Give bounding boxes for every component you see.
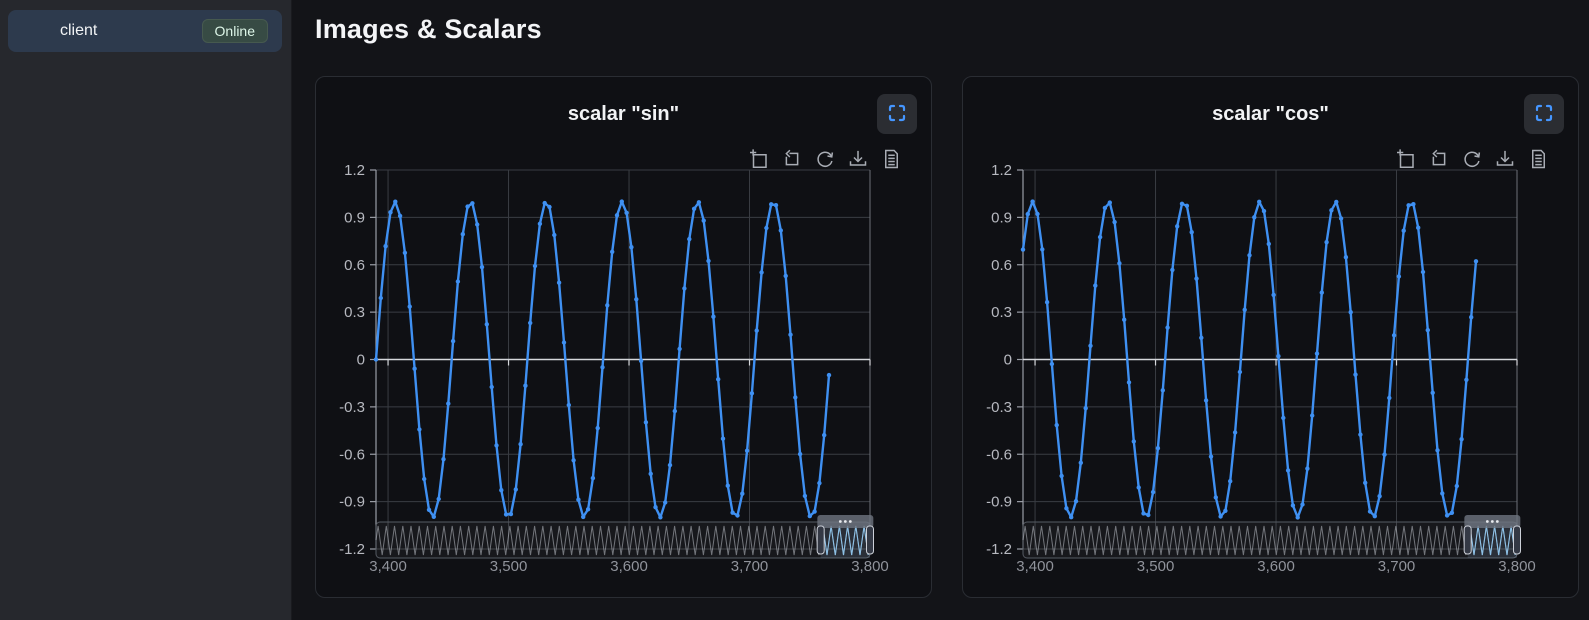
save-image-icon[interactable]: [848, 149, 868, 169]
sidebar: client Online: [0, 0, 292, 620]
datazoom-handle-left[interactable]: [1464, 526, 1471, 554]
y-tick-label: -1.2: [339, 541, 365, 558]
chart-toolbar: [1396, 149, 1548, 169]
restore-icon[interactable]: [815, 149, 835, 169]
x-tick-label: 3,700: [1378, 558, 1416, 575]
y-tick-label: -0.9: [339, 494, 365, 511]
area-zoom-icon[interactable]: [749, 149, 769, 169]
fullscreen-button[interactable]: [877, 94, 917, 134]
datazoom-handle-right[interactable]: [867, 526, 874, 554]
x-tick-label: 3,700: [731, 558, 769, 575]
y-tick-label: 0.9: [991, 209, 1012, 226]
area-zoom-icon[interactable]: [1396, 149, 1416, 169]
zoom-reset-icon[interactable]: [1429, 149, 1449, 169]
chart-card-sin: 1.2 0.9 0.6 0.3 0 -0.3 -0.6 -0.9 -1.23,400 3,500 3…: [315, 76, 932, 598]
fullscreen-icon: [887, 103, 907, 126]
datazoom-handle-right[interactable]: [1514, 526, 1521, 554]
chart-toolbar: [749, 149, 901, 169]
x-tick-label: 3,800: [851, 558, 889, 575]
y-tick-label: 1.2: [991, 162, 1012, 179]
chart-card-cos: 1.2 0.9 0.6 0.3 0 -0.3 -0.6 -0.9 -1.23,400 3,500 3…: [962, 76, 1579, 598]
zoom-reset-icon[interactable]: [782, 149, 802, 169]
x-tick-label: 3,400: [369, 558, 407, 575]
datazoom-handle-left[interactable]: [817, 526, 824, 554]
data-view-icon[interactable]: [881, 149, 901, 169]
fullscreen-icon: [1534, 103, 1554, 126]
x-tick-label: 3,800: [1498, 558, 1536, 575]
restore-icon[interactable]: [1462, 149, 1482, 169]
chart-title: scalar "sin": [316, 103, 931, 126]
chart-title: scalar "cos": [963, 103, 1578, 126]
y-tick-label: -0.3: [986, 399, 1012, 416]
y-tick-label: 0: [1004, 352, 1012, 369]
page-title: Images & Scalars: [315, 14, 1589, 45]
sidebar-item-client[interactable]: client Online: [8, 10, 282, 52]
x-tick-label: 3,400: [1016, 558, 1054, 575]
status-badge: Online: [202, 19, 268, 43]
x-tick-label: 3,500: [490, 558, 528, 575]
chart-cards-row: 1.20.90.60.30-0.3-0.6-0.9-1.23,4003,5003…: [315, 76, 1579, 598]
y-tick-label: -0.6: [339, 446, 365, 463]
y-tick-label: -0.3: [339, 399, 365, 416]
save-image-icon[interactable]: [1495, 149, 1515, 169]
main-content: Images & Scalars 1.2 0.9 0.6 0.3 0 -0.3 -0.6 -0…: [293, 0, 1589, 620]
y-tick-label: 0.3: [991, 304, 1012, 321]
y-tick-label: 1.2: [344, 162, 365, 179]
y-tick-label: 0.3: [344, 304, 365, 321]
y-tick-label: 0: [357, 352, 365, 369]
y-tick-label: 0.9: [344, 209, 365, 226]
y-tick-label: 0.6: [991, 257, 1012, 274]
x-tick-label: 3,500: [1137, 558, 1175, 575]
x-tick-label: 3,600: [1257, 558, 1295, 575]
fullscreen-button[interactable]: [1524, 94, 1564, 134]
y-tick-label: -0.9: [986, 494, 1012, 511]
y-tick-label: -0.6: [986, 446, 1012, 463]
y-tick-label: 0.6: [344, 257, 365, 274]
x-tick-label: 3,600: [610, 558, 648, 575]
data-view-icon[interactable]: [1528, 149, 1548, 169]
client-label: client: [60, 22, 202, 40]
y-tick-label: -1.2: [986, 541, 1012, 558]
